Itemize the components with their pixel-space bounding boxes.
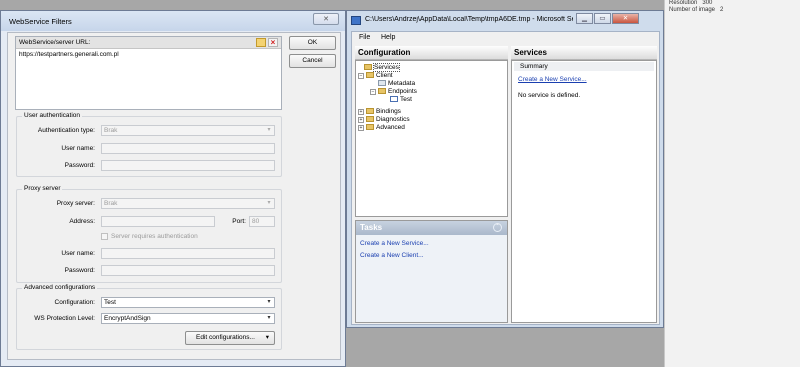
background-row: Number of image 2 <box>669 7 724 13</box>
close-icon: ✕ <box>323 16 329 23</box>
proxy-address-label: Address: <box>69 218 95 225</box>
auth-username-field[interactable] <box>101 143 275 154</box>
chevron-down-icon: ▾ <box>267 200 271 206</box>
auth-username-label: User name: <box>61 145 95 152</box>
tree-item-client[interactable]: − Client <box>358 72 393 80</box>
proxy-server-label: Proxy server: <box>56 200 95 207</box>
tree-item-services[interactable]: Services <box>364 63 400 72</box>
proxy-server-select[interactable]: Brak ▾ <box>101 198 275 209</box>
tasks-header: Tasks ˆ <box>356 221 507 235</box>
ws-protection-select[interactable]: EncryptAndSign ▾ <box>101 313 275 324</box>
window-close-button[interactable]: ✕ <box>612 13 639 24</box>
tree-item-test[interactable]: Test <box>390 96 412 104</box>
url-header: WebService/server URL: × <box>16 37 281 49</box>
folder-icon <box>366 116 374 122</box>
folder-icon <box>366 124 374 130</box>
auth-password-field[interactable] <box>101 160 275 171</box>
url-value[interactable]: https://testpartners.generali.com.pl <box>19 51 119 58</box>
proxy-port-label: Port: <box>232 218 246 225</box>
services-header: Services <box>511 46 657 60</box>
task-create-service-link[interactable]: Create a New Service... <box>360 240 429 247</box>
ws-protection-label: WS Protection Level: <box>34 315 95 322</box>
requires-auth-checkbox[interactable] <box>101 233 108 240</box>
proxy-password-label: Password: <box>64 267 95 274</box>
delete-icon[interactable]: × <box>268 38 278 47</box>
minimize-icon: ▁ <box>582 15 587 22</box>
summary-label: Summary <box>520 63 548 70</box>
expand-icon: + <box>358 109 364 115</box>
proxy-group-title: Proxy server <box>22 185 63 192</box>
dialog-title: WebService Filters <box>9 17 72 26</box>
expand-icon: + <box>358 125 364 131</box>
maximize-icon: ▭ <box>599 15 606 22</box>
close-icon: ✕ <box>622 15 629 22</box>
background-window-panel: Resolution 300 Number of image 2 <box>664 0 800 367</box>
proxy-username-label: User name: <box>61 250 95 257</box>
url-box: WebService/server URL: × https://testpar… <box>15 36 282 110</box>
folder-icon <box>364 64 372 70</box>
configuration-tree: Services − Client Metadata − Endpoints Tes… <box>355 60 508 217</box>
chevron-down-icon: ▾ <box>265 334 269 341</box>
proxy-group: Proxy server Proxy server: Brak ▾ Address… <box>16 185 282 283</box>
auth-type-label: Authentication type: <box>37 127 95 134</box>
edit-configurations-button[interactable]: Edit configurations... ▾ <box>185 331 275 345</box>
background-row: Resolution 300 <box>669 0 713 6</box>
proxy-password-field[interactable] <box>101 265 275 276</box>
collapse-icon[interactable]: ˆ <box>493 223 502 232</box>
auth-password-label: Password: <box>64 162 95 169</box>
tasks-title: Tasks <box>360 223 383 232</box>
chevron-down-icon: ▾ <box>267 127 271 133</box>
user-auth-group-title: User authentication <box>22 112 83 119</box>
auth-type-select[interactable]: Brak ▾ <box>101 125 275 136</box>
summary-tab: Summary <box>514 62 654 71</box>
ok-button[interactable]: OK <box>289 36 336 50</box>
proxy-address-field[interactable] <box>101 216 215 227</box>
requires-auth-label: Server requires authentication <box>111 233 198 240</box>
no-service-text: No service is defined. <box>518 92 581 99</box>
user-auth-group: User authentication Authentication type:… <box>16 112 282 177</box>
dialog-titlebar: WebService Filters ✕ <box>1 11 345 31</box>
proxy-port-field[interactable]: 80 <box>249 216 275 227</box>
chevron-down-icon: ▾ <box>267 299 271 305</box>
task-create-client-link[interactable]: Create a New Client... <box>360 252 424 259</box>
dialog-client-area: WebService/server URL: × https://testpar… <box>7 32 341 360</box>
chevron-down-icon: ▾ <box>267 315 271 321</box>
webservice-filters-dialog: WebService Filters ✕ WebService/server U… <box>0 10 346 367</box>
tree-item-diagnostics[interactable]: + Diagnostics <box>358 116 410 124</box>
tree-item-endpoints[interactable]: − Endpoints <box>370 88 417 96</box>
menu-file[interactable]: File <box>359 34 370 41</box>
collapse-icon: − <box>358 73 364 79</box>
editor-client-area: File Help Configuration Services − Client… <box>351 31 660 325</box>
services-pane: Summary Create a New Service... No servi… <box>511 60 657 323</box>
advanced-group-title: Advanced configurations <box>22 284 98 291</box>
tree-item-advanced[interactable]: + Advanced <box>358 124 405 132</box>
tasks-pane: Tasks ˆ Create a New Service... Create a… <box>355 220 508 323</box>
folder-icon <box>378 88 386 94</box>
endpoint-icon <box>390 96 398 102</box>
open-folder-icon[interactable] <box>256 38 266 47</box>
menu-bar: File Help <box>352 32 659 43</box>
menu-help[interactable]: Help <box>381 34 395 41</box>
tree-item-metadata[interactable]: Metadata <box>378 80 415 88</box>
create-service-link[interactable]: Create a New Service... <box>518 76 587 83</box>
maximize-button[interactable]: ▭ <box>594 13 611 24</box>
url-label: WebService/server URL: <box>19 39 91 46</box>
folder-icon <box>366 72 374 78</box>
configuration-header: Configuration <box>355 46 508 60</box>
configuration-select[interactable]: Test ▾ <box>101 297 275 308</box>
folder-icon <box>366 108 374 114</box>
app-icon <box>351 16 361 25</box>
minimize-button[interactable]: ▁ <box>576 13 593 24</box>
service-config-editor-window: C:\Users\Andrzej\AppData\Local\Temp\tmpA… <box>346 10 664 328</box>
proxy-username-field[interactable] <box>101 248 275 259</box>
configuration-label: Configuration: <box>54 299 95 306</box>
window-title: C:\Users\Andrzej\AppData\Local\Temp\tmpA… <box>365 16 573 23</box>
expand-icon: + <box>358 117 364 123</box>
advanced-group: Advanced configurations Configuration: T… <box>16 284 282 350</box>
cancel-button[interactable]: Cancel <box>289 54 336 68</box>
metadata-icon <box>378 80 386 86</box>
close-button[interactable]: ✕ <box>313 13 339 25</box>
tree-item-bindings[interactable]: + Bindings <box>358 108 401 116</box>
collapse-icon: − <box>370 89 376 95</box>
